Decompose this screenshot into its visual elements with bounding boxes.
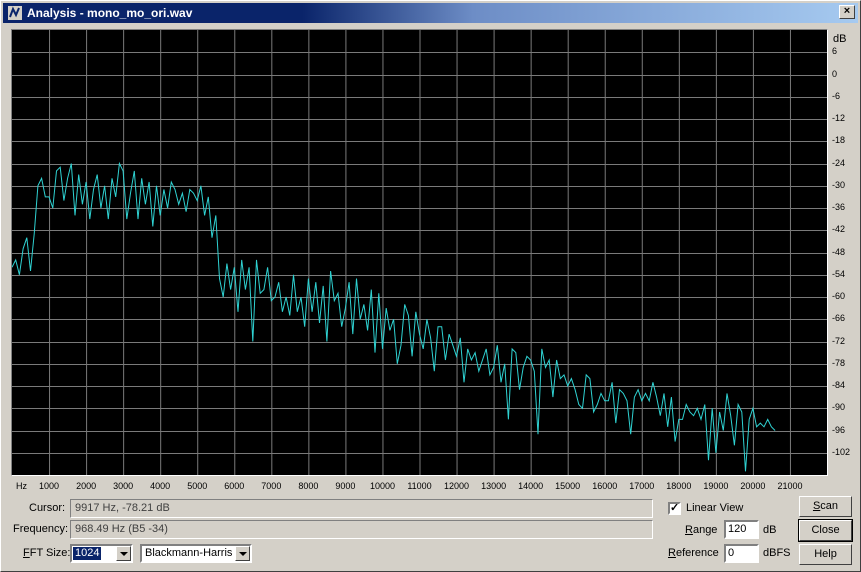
x-tick-label: 7000 xyxy=(261,481,282,491)
scan-button-rest: can xyxy=(820,500,839,512)
y-tick-label: -24 xyxy=(832,157,846,168)
cursor-readout: 9917 Hz, -78.21 dB xyxy=(70,499,653,518)
range-label: Range xyxy=(685,524,717,536)
cursor-label: Cursor: xyxy=(29,502,66,514)
x-tick-label: 21000 xyxy=(777,481,803,491)
reference-label-rest: eference xyxy=(675,547,719,559)
y-tick-label: -96 xyxy=(832,424,846,435)
chevron-down-icon[interactable] xyxy=(116,546,131,561)
y-tick-label: -18 xyxy=(832,135,846,146)
y-tick-label: -12 xyxy=(832,113,846,123)
reference-input[interactable]: 0 xyxy=(724,544,759,563)
reference-unit: dBFS xyxy=(763,547,791,559)
x-tick-label: 17000 xyxy=(629,481,655,491)
x-tick-label: 8000 xyxy=(298,481,319,491)
x-tick-label: 16000 xyxy=(592,481,618,491)
y-tick-label: -36 xyxy=(832,202,846,212)
range-unit: dB xyxy=(763,524,777,536)
linear-view-label[interactable]: Linear View xyxy=(686,502,743,514)
fft-window-select[interactable]: Blackmann-Harris xyxy=(140,544,252,563)
y-tick-label: -48 xyxy=(832,246,846,257)
x-tick-label: 13000 xyxy=(481,481,507,491)
scan-button[interactable]: Scan xyxy=(799,496,852,517)
x-tick-label: 10000 xyxy=(369,481,395,491)
x-tick-label: 11000 xyxy=(407,481,432,491)
x-tick-label: 19000 xyxy=(703,481,729,491)
linear-view-checkbox[interactable]: ✓ xyxy=(668,502,681,515)
reference-label-accel: R xyxy=(668,547,676,559)
x-tick-label: 1000 xyxy=(39,481,60,491)
range-label-rest: ange xyxy=(692,524,718,536)
y-tick-label: -72 xyxy=(832,335,846,346)
x-tick-label: 3000 xyxy=(113,481,134,491)
fft-size-label-accel: F xyxy=(23,547,30,559)
y-axis-unit: dB xyxy=(833,33,847,45)
y-tick-label: 0 xyxy=(832,68,838,79)
y-tick-label: -78 xyxy=(832,357,846,368)
app-icon xyxy=(8,6,22,20)
y-tick-label: -6 xyxy=(832,90,841,101)
x-tick-label: 14000 xyxy=(518,481,544,491)
chevron-down-icon[interactable] xyxy=(235,546,250,561)
y-tick-label: -66 xyxy=(832,313,846,324)
close-window-icon[interactable]: × xyxy=(839,5,855,19)
y-tick-label: -54 xyxy=(832,268,846,279)
analysis-window: Analysis - mono_mo_ori.wav × dB 6 0 -6 -12 -… xyxy=(0,0,861,572)
x-tick-label: 6000 xyxy=(224,481,245,491)
title-bar[interactable]: Analysis - mono_mo_ori.wav × xyxy=(3,3,858,23)
close-button[interactable]: Close xyxy=(798,519,853,542)
x-tick-label: 9000 xyxy=(335,481,356,491)
y-tick-label: -60 xyxy=(832,291,846,301)
reference-label: Reference xyxy=(668,547,719,559)
x-tick-label: 2000 xyxy=(76,481,97,491)
x-tick-label: 5000 xyxy=(187,481,208,491)
x-tick-label: 4000 xyxy=(150,481,171,491)
y-tick-label: 6 xyxy=(832,46,838,57)
x-tick-label: 20000 xyxy=(740,481,766,491)
x-tick-label: 15000 xyxy=(555,481,581,491)
y-tick-label: -90 xyxy=(832,402,846,413)
fft-size-label-rest: FT Size: xyxy=(29,547,71,559)
frequency-label: Frequency: xyxy=(13,523,69,535)
frequency-readout: 968.49 Hz (B5 -34) xyxy=(70,520,653,539)
range-input[interactable]: 120 xyxy=(724,520,759,539)
y-tick-label: -42 xyxy=(832,224,846,235)
x-tick-label: 12000 xyxy=(444,481,470,491)
window-title: Analysis - mono_mo_ori.wav xyxy=(27,6,193,20)
fft-size-value: 1024 xyxy=(73,547,102,560)
range-label-accel: R xyxy=(685,524,693,536)
help-button[interactable]: Help xyxy=(799,544,852,565)
fft-size-label: FFT Size: xyxy=(23,547,71,559)
x-tick-label: 18000 xyxy=(666,481,692,491)
y-tick-label: -30 xyxy=(832,179,846,190)
y-tick-label: -84 xyxy=(832,380,846,390)
fft-size-select[interactable]: 1024 xyxy=(70,544,133,563)
spectrum-plot[interactable] xyxy=(12,30,827,475)
x-axis-unit: Hz xyxy=(16,481,27,491)
y-tick-label: -102 xyxy=(832,446,851,457)
check-icon: ✓ xyxy=(670,502,680,514)
fft-window-value: Blackmann-Harris xyxy=(145,547,233,559)
